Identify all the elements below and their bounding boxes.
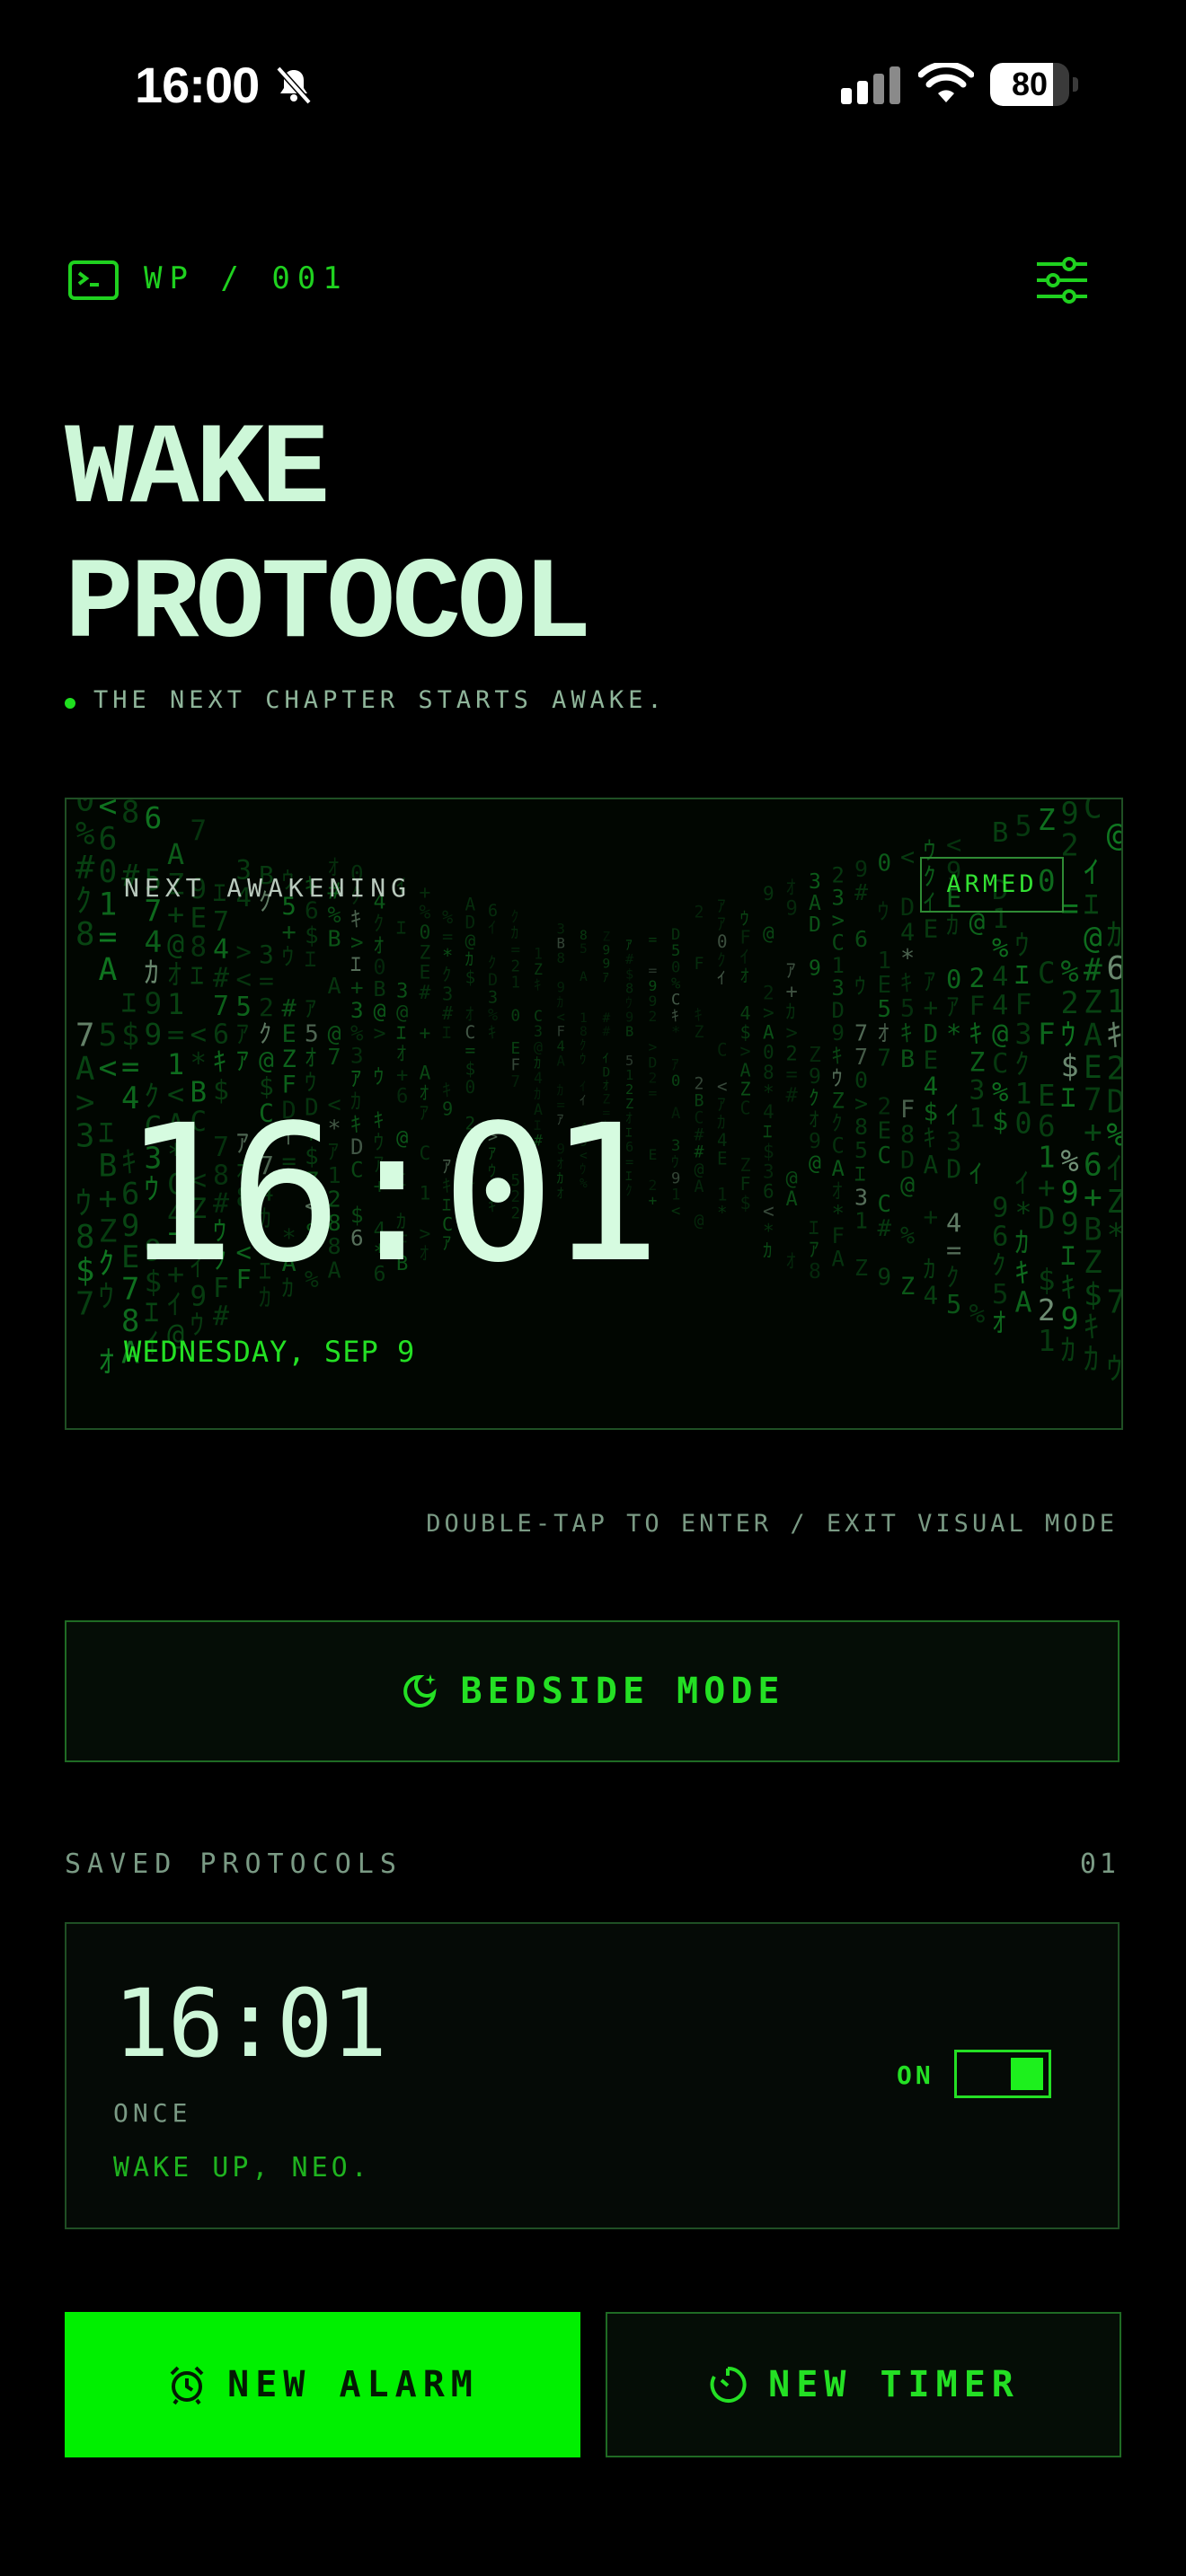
title-line-1: WAKE [65,406,330,536]
visual-mode-hint: DOUBLE-TAP TO ENTER / EXIT VISUAL MODE [426,1510,1118,1538]
battery-indicator: 80 [990,63,1080,108]
page-title: WAKE PROTOCOL [65,404,591,674]
app-brand: WP / 001 [144,260,349,296]
alarm-state-label: ON [897,2060,934,2090]
bedside-mode-button[interactable]: BEDSIDE MODE [65,1620,1120,1762]
bell-slash-icon [276,66,312,105]
new-timer-label: NEW TIMER [768,2364,1020,2405]
status-time: 16:00 [135,57,260,113]
status-dot [65,698,75,709]
saved-protocols-heading: SAVED PROTOCOLS [65,1848,403,1880]
alarm-repeat: ONCE [113,2098,192,2128]
saved-protocols-count: 01 [1079,1848,1120,1880]
bedside-mode-label: BEDSIDE MODE [460,1671,785,1712]
alarm-clock-icon [170,2366,204,2405]
moon-stars-icon [403,1674,437,1707]
new-alarm-button[interactable]: NEW ALARM [65,2312,580,2457]
wifi-icon [918,63,974,102]
timer-icon [710,2366,747,2403]
alarm-note: WAKE UP, NEO. [113,2152,371,2183]
alarm-toggle[interactable] [954,2050,1051,2098]
next-alarm-date: WEDNESDAY, SEP 9 [124,1335,416,1369]
next-alarm-time: 16:01 [122,1084,661,1304]
toggle-knob [1011,2058,1043,2090]
battery-percent: 80 [1011,66,1049,102]
armed-badge: ARMED [920,857,1064,913]
alarm-time: 16:01 [113,1969,387,2078]
title-line-2: PROTOCOL [65,541,591,671]
terminal-icon [68,260,119,300]
tagline: THE NEXT CHAPTER STARTS AWAKE. [93,686,667,714]
cellular-signal-icon [841,66,900,104]
next-awakening-card[interactable]: 0% # ｸ 8 7 A >3 ｳ 8 $7 <6 0 1 = A 5 < ｴ B + Z ｸｳｵ 8 # ｴ $ = 4 ｷ 6 9 E 7 8… [65,798,1123,1430]
settings-sliders-icon[interactable] [1033,255,1091,305]
next-awakening-label: NEXT AWAKENING [124,873,412,903]
new-timer-button[interactable]: NEW TIMER [606,2312,1121,2457]
new-alarm-label: NEW ALARM [227,2364,479,2405]
alarm-card[interactable]: 16:01 ONCE WAKE UP, NEO. ON [65,1922,1120,2229]
